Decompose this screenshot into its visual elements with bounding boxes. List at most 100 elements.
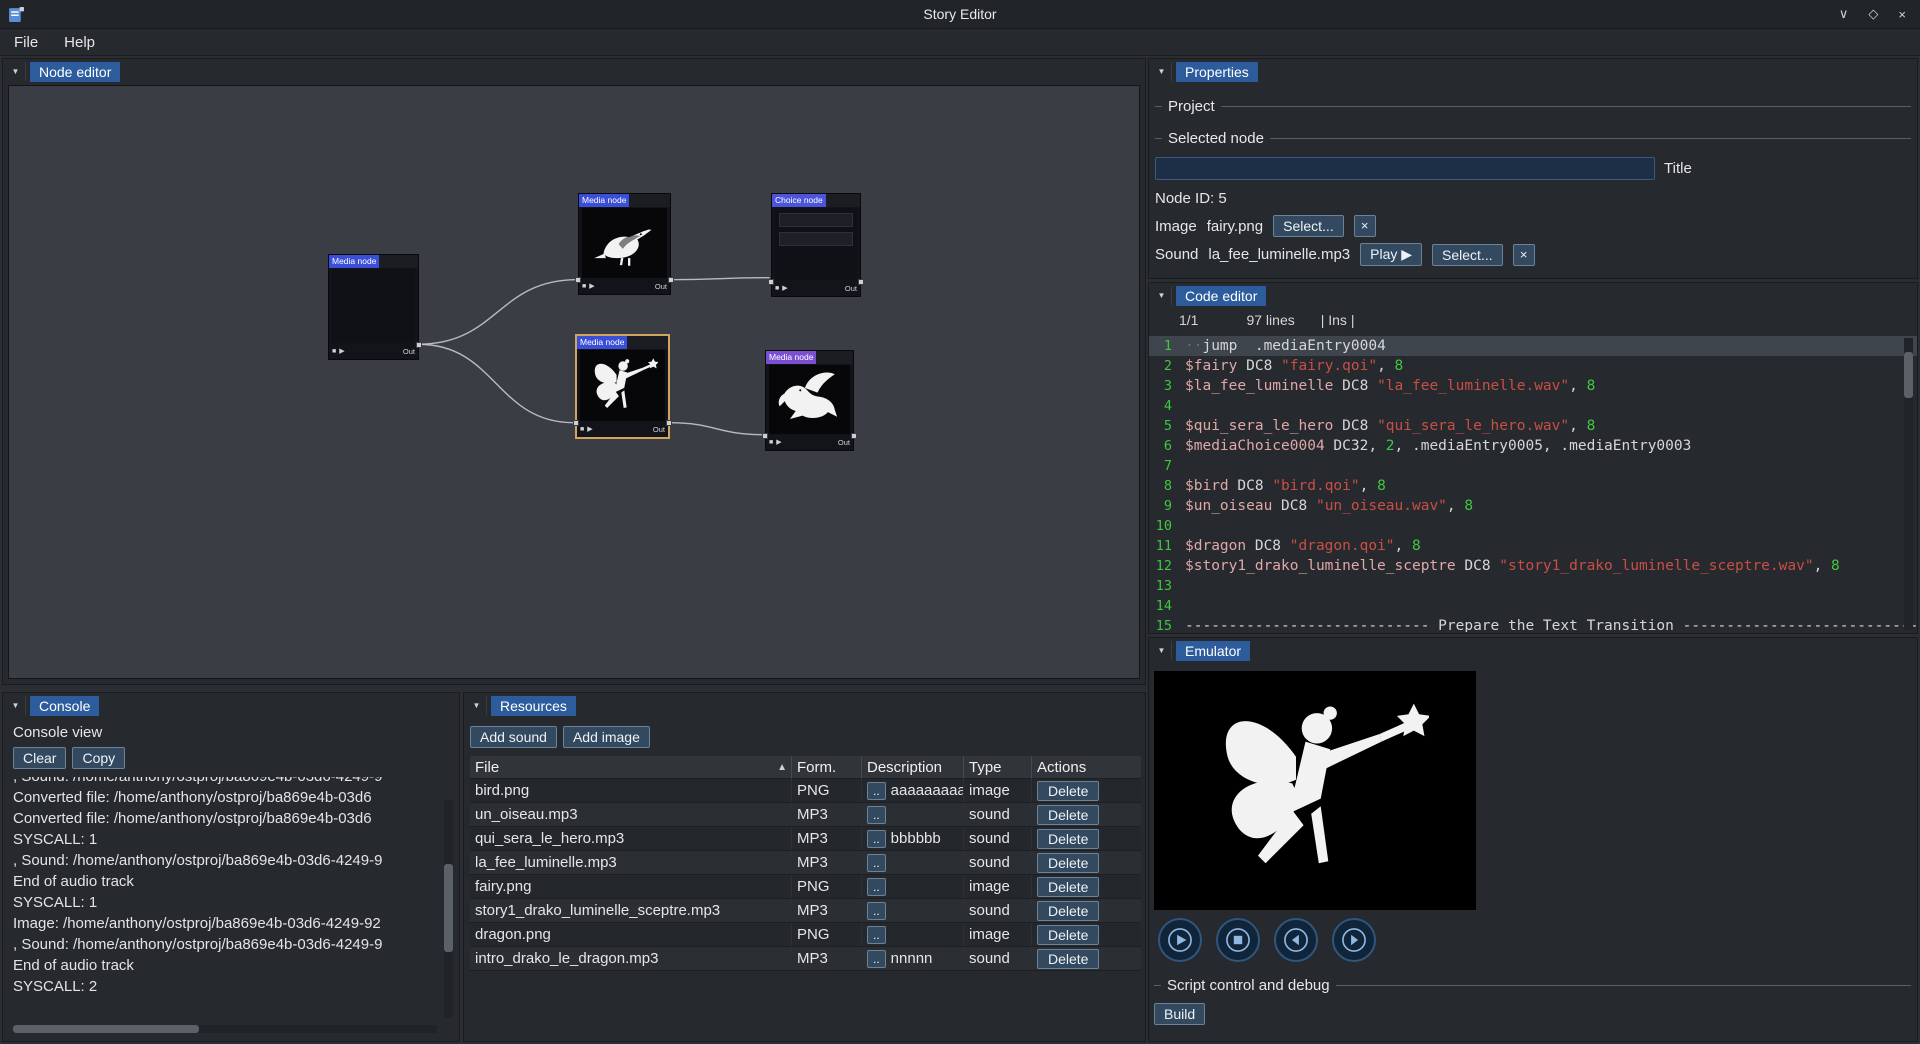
emulator-header[interactable]: ▼ Emulator (1149, 638, 1917, 663)
select-image-button[interactable]: Select... (1273, 215, 1344, 237)
edit-description-button[interactable]: .. (867, 854, 886, 872)
graph-node-fairy[interactable]: Media node■▶Out (575, 334, 670, 439)
delete-button[interactable]: Delete (1037, 877, 1099, 897)
build-button[interactable]: Build (1154, 1003, 1205, 1025)
table-row[interactable]: un_oiseau.mp3MP3..soundDelete (470, 803, 1141, 827)
graph-node-dragon[interactable]: Media node■▶Out (765, 350, 854, 451)
title-label: Title (1664, 160, 1692, 177)
column-header-type[interactable]: Type (964, 756, 1032, 779)
output-port[interactable] (858, 279, 864, 285)
collapse-icon[interactable]: ▼ (6, 696, 26, 715)
output-port[interactable] (666, 420, 672, 426)
add-sound-button[interactable]: Add sound (470, 726, 557, 748)
edit-description-button[interactable]: .. (867, 782, 886, 800)
node-editor-header[interactable]: ▼ Node editor (3, 59, 1145, 84)
delete-button[interactable]: Delete (1037, 925, 1099, 945)
table-row[interactable]: qui_sera_le_hero.mp3MP3..bbbbbbsoundDele… (470, 827, 1141, 851)
play-icon[interactable]: ▶ (782, 284, 787, 292)
resources-header[interactable]: ▼ Resources (464, 693, 1145, 718)
add-image-button[interactable]: Add image (563, 726, 650, 748)
delete-button[interactable]: Delete (1037, 829, 1099, 849)
console-horizontal-scrollbar[interactable] (13, 1025, 437, 1033)
fairy-image (1195, 677, 1435, 905)
menu-help[interactable]: Help (64, 34, 95, 51)
column-header-format[interactable]: Form. (792, 756, 862, 779)
edit-description-button[interactable]: .. (867, 878, 886, 896)
copy-button[interactable]: Copy (72, 747, 125, 769)
graph-node-bird[interactable]: Media node■▶Out (578, 193, 671, 295)
edit-description-button[interactable]: .. (867, 950, 886, 968)
cell-format: MP3 (792, 899, 862, 922)
column-header-file[interactable]: File ▲ (470, 756, 792, 779)
node-graph-canvas[interactable]: Media node■▶Out Media node■▶Out Media node… (8, 85, 1140, 679)
delete-button[interactable]: Delete (1037, 949, 1099, 969)
stop-button[interactable] (1216, 918, 1260, 962)
step-back-button[interactable] (1274, 918, 1318, 962)
collapse-icon[interactable]: ▼ (1152, 641, 1172, 660)
collapse-icon[interactable]: ▼ (1152, 286, 1172, 305)
console-vertical-scrollbar[interactable] (444, 800, 453, 1018)
play-icon[interactable]: ▶ (339, 347, 344, 355)
code-editor-header[interactable]: ▼ Code editor (1149, 283, 1917, 308)
clear-sound-icon[interactable]: × (1513, 244, 1535, 266)
edit-description-button[interactable]: .. (867, 806, 886, 824)
output-port[interactable] (851, 433, 857, 439)
scrollbar-handle[interactable] (13, 1025, 199, 1033)
input-port[interactable] (762, 433, 768, 439)
output-port[interactable] (416, 342, 422, 348)
delete-button[interactable]: Delete (1037, 781, 1099, 801)
edit-description-button[interactable]: .. (867, 902, 886, 920)
collapse-icon[interactable]: ▼ (6, 62, 26, 81)
column-header-actions[interactable]: Actions (1032, 756, 1141, 779)
input-port[interactable] (768, 279, 774, 285)
clear-image-icon[interactable]: × (1354, 215, 1376, 237)
stop-icon[interactable]: ■ (332, 348, 336, 355)
edit-description-button[interactable]: .. (867, 830, 886, 848)
input-port[interactable] (575, 277, 581, 283)
scrollbar-handle[interactable] (444, 864, 453, 952)
graph-node-start[interactable]: Media node■▶Out (328, 254, 419, 360)
scrollbar-handle[interactable] (1904, 352, 1913, 398)
code-token: .mediaEntry0004 (1237, 338, 1385, 354)
delete-button[interactable]: Delete (1037, 853, 1099, 873)
collapse-icon[interactable]: ▼ (467, 696, 487, 715)
play-icon[interactable]: ▶ (776, 438, 781, 446)
stop-icon[interactable]: ■ (580, 426, 584, 433)
clear-button[interactable]: Clear (13, 747, 66, 769)
table-row[interactable]: story1_drako_luminelle_sceptre.mp3MP3..s… (470, 899, 1141, 923)
play-sound-button[interactable]: Play ▶ (1360, 243, 1422, 266)
graph-node-choice[interactable]: Choice node■▶Out (771, 193, 861, 297)
table-row[interactable]: dragon.pngPNG..imageDelete (470, 923, 1141, 947)
properties-header[interactable]: ▼ Properties (1149, 59, 1917, 84)
minimize-icon[interactable]: ∨ (1839, 6, 1849, 22)
stop-icon[interactable]: ■ (582, 283, 586, 290)
close-icon[interactable]: × (1898, 6, 1906, 22)
stop-icon[interactable]: ■ (769, 439, 773, 446)
play-icon[interactable]: ▶ (587, 425, 592, 433)
table-row[interactable]: fairy.pngPNG..imageDelete (470, 875, 1141, 899)
collapse-icon[interactable]: ▼ (1152, 62, 1172, 81)
edit-description-button[interactable]: .. (867, 926, 886, 944)
table-row[interactable]: la_fee_luminelle.mp3MP3..soundDelete (470, 851, 1141, 875)
choice-row[interactable] (779, 232, 853, 246)
delete-button[interactable]: Delete (1037, 805, 1099, 825)
code-lines[interactable]: 1··jump .mediaEntry00042$fairy DC8 "fair… (1149, 332, 1917, 632)
menu-file[interactable]: File (14, 34, 38, 51)
table-row[interactable]: bird.pngPNG..aaaaaaaaaimageDelete (470, 779, 1141, 803)
console-header[interactable]: ▼ Console (3, 693, 459, 718)
code-vertical-scrollbar[interactable] (1904, 338, 1913, 630)
table-row[interactable]: intro_drako_le_dragon.mp3MP3..nnnnnsound… (470, 947, 1141, 971)
input-port[interactable] (573, 420, 579, 426)
output-port[interactable] (668, 277, 674, 283)
play-icon[interactable]: ▶ (589, 282, 594, 290)
titlebar[interactable]: Story Editor ∨ ◇ × (0, 0, 1920, 29)
stop-icon[interactable]: ■ (775, 285, 779, 292)
delete-button[interactable]: Delete (1037, 901, 1099, 921)
step-forward-button[interactable] (1332, 918, 1376, 962)
maximize-icon[interactable]: ◇ (1868, 6, 1878, 22)
column-header-description[interactable]: Description (862, 756, 964, 779)
title-input[interactable] (1155, 157, 1655, 180)
choice-row[interactable] (779, 213, 853, 227)
select-sound-button[interactable]: Select... (1432, 244, 1503, 266)
play-button[interactable] (1158, 918, 1202, 962)
